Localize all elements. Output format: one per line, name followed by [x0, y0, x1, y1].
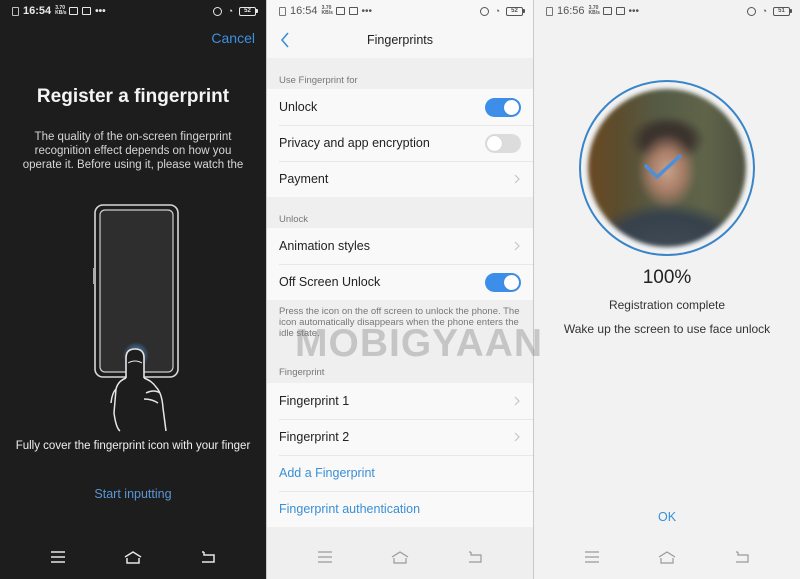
navigation-bar — [0, 535, 266, 579]
battery-level: 52 — [506, 6, 523, 16]
battery-icon: 52 — [239, 6, 258, 16]
chevron-right-icon — [514, 241, 520, 251]
calendar-icon — [69, 7, 79, 15]
registration-status: Registration complete — [608, 298, 726, 312]
page-title: Register a fingerprint — [36, 86, 230, 107]
setting-label: Fingerprint 2 — [279, 430, 350, 444]
section-label-unlock: Unlock — [279, 214, 309, 225]
battery-icon: 52 — [506, 6, 525, 16]
back-icon[interactable] — [468, 551, 482, 563]
setting-label: Privacy and app encryption — [279, 136, 430, 150]
privacy-encryption-toggle[interactable] — [485, 133, 521, 153]
home-icon[interactable] — [391, 550, 409, 564]
setting-payment[interactable]: Payment — [267, 161, 533, 197]
wifi-icon: ◔ — [227, 6, 233, 16]
battery-level: 52 — [239, 6, 256, 16]
fingerprint-2-item[interactable]: Fingerprint 2 — [267, 419, 533, 455]
sim-icon — [546, 6, 553, 16]
chevron-right-icon — [514, 174, 520, 184]
setting-animation-styles[interactable]: Animation styles — [267, 228, 533, 264]
phone-finger-illustration — [93, 204, 179, 432]
setting-label: Fingerprint 1 — [279, 394, 350, 408]
face-preview-ring — [579, 80, 755, 256]
alarm-icon — [479, 6, 489, 16]
image-icon — [615, 7, 625, 15]
setting-label: Add a Fingerprint — [279, 466, 375, 480]
calendar-icon — [602, 7, 612, 15]
ok-button[interactable]: OK — [534, 510, 800, 524]
section-label-use-fingerprint-for: Use Fingerprint for — [279, 75, 358, 86]
calendar-icon — [335, 7, 345, 15]
finger-outline — [125, 348, 145, 378]
back-arrow-icon[interactable] — [277, 30, 295, 50]
add-fingerprint-link[interactable]: Add a Fingerprint — [267, 455, 533, 491]
setting-off-screen-unlock[interactable]: Off Screen Unlock — [267, 264, 533, 300]
setting-label: Off Screen Unlock — [279, 275, 381, 289]
network-speed: 3.70 KB/s — [321, 5, 333, 16]
back-icon[interactable] — [201, 551, 215, 563]
image-icon — [82, 7, 92, 15]
setting-unlock[interactable]: Unlock — [267, 89, 533, 125]
settings-list: Use Fingerprint for Unlock Privacy and a… — [267, 58, 533, 527]
setting-label: Animation styles — [279, 239, 371, 253]
register-fingerprint-screen: 16:54 3.70 KB/s ••• ◔ 52 Cancel Register… — [0, 0, 266, 579]
page-title: Fingerprints — [367, 33, 433, 47]
menu-icon[interactable] — [51, 551, 66, 563]
more-notifications-icon: ••• — [95, 5, 106, 17]
unlock-toggle[interactable] — [485, 97, 521, 117]
status-time: 16:56 — [557, 5, 585, 17]
off-screen-unlock-note: Press the icon on the off screen to unlo… — [279, 306, 520, 339]
navigation-bar — [267, 535, 533, 579]
section-label-fingerprint: Fingerprint — [279, 367, 325, 378]
navigation-bar — [534, 535, 800, 579]
start-inputting-button[interactable]: Start inputting — [0, 487, 266, 501]
app-header: Fingerprints — [267, 22, 533, 58]
network-speed: 3.70 KB/s — [55, 5, 67, 16]
off-screen-unlock-toggle[interactable] — [485, 272, 521, 292]
chevron-right-icon — [514, 396, 520, 406]
checkmark-icon — [644, 154, 682, 179]
face-unlock-hint: Wake up the screen to use face unlock — [563, 322, 771, 336]
hand-outline — [110, 377, 167, 432]
alarm-icon — [746, 6, 756, 16]
setting-privacy-encryption[interactable]: Privacy and app encryption — [267, 125, 533, 161]
setting-label: Payment — [279, 172, 329, 186]
status-bar: 16:54 3.70 KB/s ••• ◔ 52 — [0, 0, 266, 22]
status-time: 16:54 — [23, 5, 52, 17]
fingerprint-1-item[interactable]: Fingerprint 1 — [267, 383, 533, 419]
fingerprints-settings-screen: 16:54 3.70 KB/s ••• ◔ 52 Fingerprints Us… — [267, 0, 533, 579]
face-registration-screen: 16:56 3.70 KB/s ••• ◔ 51 100% Registrati… — [534, 0, 800, 579]
home-icon[interactable] — [124, 550, 142, 564]
setting-label: Unlock — [279, 100, 318, 114]
home-icon[interactable] — [658, 550, 676, 564]
cancel-button[interactable]: Cancel — [211, 30, 255, 46]
cover-instruction: Fully cover the fingerprint icon with yo… — [15, 440, 251, 452]
battery-icon: 51 — [773, 6, 792, 16]
back-icon[interactable] — [735, 551, 749, 563]
more-notifications-icon: ••• — [361, 5, 373, 17]
battery-level: 51 — [773, 6, 790, 16]
network-speed: 3.70 KB/s — [588, 5, 600, 16]
wifi-icon: ◔ — [494, 6, 500, 16]
setting-label: Fingerprint authentication — [279, 502, 421, 516]
image-icon — [348, 7, 358, 15]
fingerprint-authentication-link[interactable]: Fingerprint authentication — [267, 491, 533, 527]
menu-icon[interactable] — [585, 551, 600, 563]
menu-icon[interactable] — [318, 551, 333, 563]
status-time: 16:54 — [290, 5, 318, 17]
status-bar: 16:54 3.70 KB/s ••• ◔ 52 — [267, 0, 533, 22]
wifi-icon: ◔ — [761, 6, 767, 16]
description-text: The quality of the on-screen fingerprint… — [22, 131, 244, 171]
more-notifications-icon: ••• — [628, 5, 640, 17]
progress-percent: 100% — [642, 267, 692, 288]
sim-icon — [12, 6, 19, 16]
sim-icon — [279, 6, 286, 16]
alarm-icon — [212, 6, 222, 16]
status-bar: 16:56 3.70 KB/s ••• ◔ 51 — [534, 0, 800, 22]
chevron-right-icon — [514, 432, 520, 442]
